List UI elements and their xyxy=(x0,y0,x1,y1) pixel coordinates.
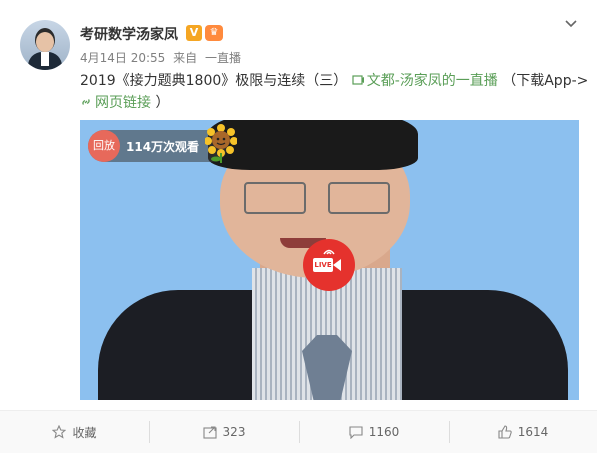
signal-icon xyxy=(323,249,335,255)
thumbs-up-icon xyxy=(498,425,512,439)
repost-icon xyxy=(202,426,217,439)
download-app-text: （下载App-> xyxy=(502,73,589,89)
camera-icon xyxy=(333,259,341,271)
post-text: 2019《接力题典1800》极限与连续（三） xyxy=(80,73,348,89)
live-play-button[interactable]: LIVE xyxy=(303,239,355,291)
live-link[interactable]: 文都-汤家凤的一直播 xyxy=(352,73,503,89)
username[interactable]: 考研数学汤家凤 xyxy=(80,24,178,44)
view-count: 114万次观看 xyxy=(126,140,200,154)
comment-button[interactable]: 1160 xyxy=(299,411,449,453)
favorite-button[interactable]: 收藏 xyxy=(0,411,149,453)
post-body: 2019《接力题典1800》极限与连续（三） 文都-汤家凤的一直播 （下载App… xyxy=(80,70,590,114)
video-link-icon xyxy=(352,75,364,85)
repost-count: 323 xyxy=(222,425,246,439)
comment-count: 1160 xyxy=(368,425,400,439)
like-count: 1614 xyxy=(517,425,549,439)
video-person-hair xyxy=(208,120,418,170)
web-link-label: 网页链接 xyxy=(95,95,151,111)
replay-label: 回放 xyxy=(88,130,120,162)
post-timestamp[interactable]: 4月14日 20:55 xyxy=(80,51,165,65)
web-link-close: ） xyxy=(155,95,170,111)
chevron-down-icon[interactable] xyxy=(563,16,579,32)
repost-button[interactable]: 323 xyxy=(149,411,299,453)
star-icon xyxy=(52,425,67,439)
source-prefix: 来自 xyxy=(173,51,198,65)
live-link-label: 文都-汤家凤的一直播 xyxy=(366,73,498,89)
avatar-face xyxy=(36,32,54,52)
verified-badge-icon: V xyxy=(186,25,202,41)
post-source[interactable]: 一直播 xyxy=(205,51,241,65)
sunflower-icon xyxy=(205,124,237,163)
favorite-label: 收藏 xyxy=(72,425,97,440)
web-link[interactable]: 网页链接 xyxy=(80,95,155,111)
post-meta: 4月14日 20:55 来自 一直播 xyxy=(80,49,245,66)
video-person-glasses-left xyxy=(244,182,306,214)
avatar-collar xyxy=(41,52,49,66)
like-button[interactable]: 1614 xyxy=(449,411,597,453)
link-chain-icon xyxy=(82,99,90,105)
member-badge-icon: ♛ xyxy=(205,25,223,41)
user-avatar[interactable] xyxy=(20,20,70,70)
action-bar: 收藏 323 1160 1614 xyxy=(0,410,597,453)
video-person-glasses-right xyxy=(328,182,390,214)
comment-icon xyxy=(349,426,363,439)
live-label: LIVE xyxy=(313,258,333,272)
